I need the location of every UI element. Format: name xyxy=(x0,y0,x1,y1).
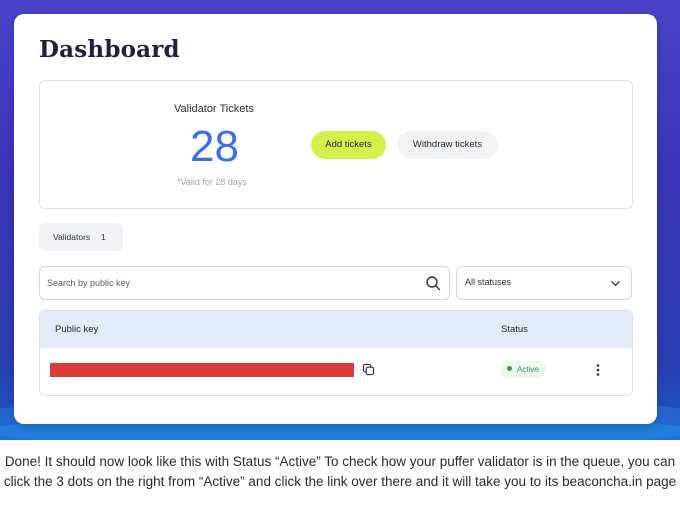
copy-icon[interactable] xyxy=(362,363,375,376)
page-title: Dashboard xyxy=(39,36,180,63)
tab-validators-label: Validators xyxy=(53,232,91,242)
status-filter-value: All statuses xyxy=(465,277,512,287)
status-filter-select[interactable]: All statuses xyxy=(456,266,632,300)
search-icon[interactable] xyxy=(425,275,441,291)
withdraw-tickets-button[interactable]: Withdraw tickets xyxy=(397,131,498,159)
tickets-validity-note: *Valid for 28 days xyxy=(177,177,247,187)
validator-tickets-card: Validator Tickets 28 *Valid for 28 days … xyxy=(39,80,633,209)
more-vertical-icon[interactable] xyxy=(593,363,603,377)
tab-validators[interactable]: Validators 1 xyxy=(39,223,123,251)
search-box xyxy=(39,266,450,300)
screenshot-background: Dashboard Validator Tickets 28 *Valid fo… xyxy=(0,0,680,440)
status-dot xyxy=(507,366,512,372)
tickets-label: Validator Tickets xyxy=(174,103,254,115)
table-header: Public key Status xyxy=(40,311,632,348)
column-header-status: Status xyxy=(501,324,528,335)
image-caption: Done! It should now look like this with … xyxy=(3,454,677,489)
redacted-public-key xyxy=(50,363,354,377)
dashboard-panel: Dashboard Validator Tickets 28 *Valid fo… xyxy=(14,14,657,424)
add-tickets-button[interactable]: Add tickets xyxy=(311,131,386,159)
tab-validators-count: 1 xyxy=(101,232,106,242)
table-row: Active xyxy=(40,348,632,395)
column-header-public-key: Public key xyxy=(55,324,99,335)
chevron-down-icon xyxy=(611,281,620,286)
search-input[interactable] xyxy=(47,274,407,292)
status-badge: Active xyxy=(500,361,546,378)
validators-table: Public key Status Active xyxy=(39,310,633,396)
tickets-count: 28 xyxy=(190,122,239,171)
status-badge-label: Active xyxy=(517,365,539,374)
